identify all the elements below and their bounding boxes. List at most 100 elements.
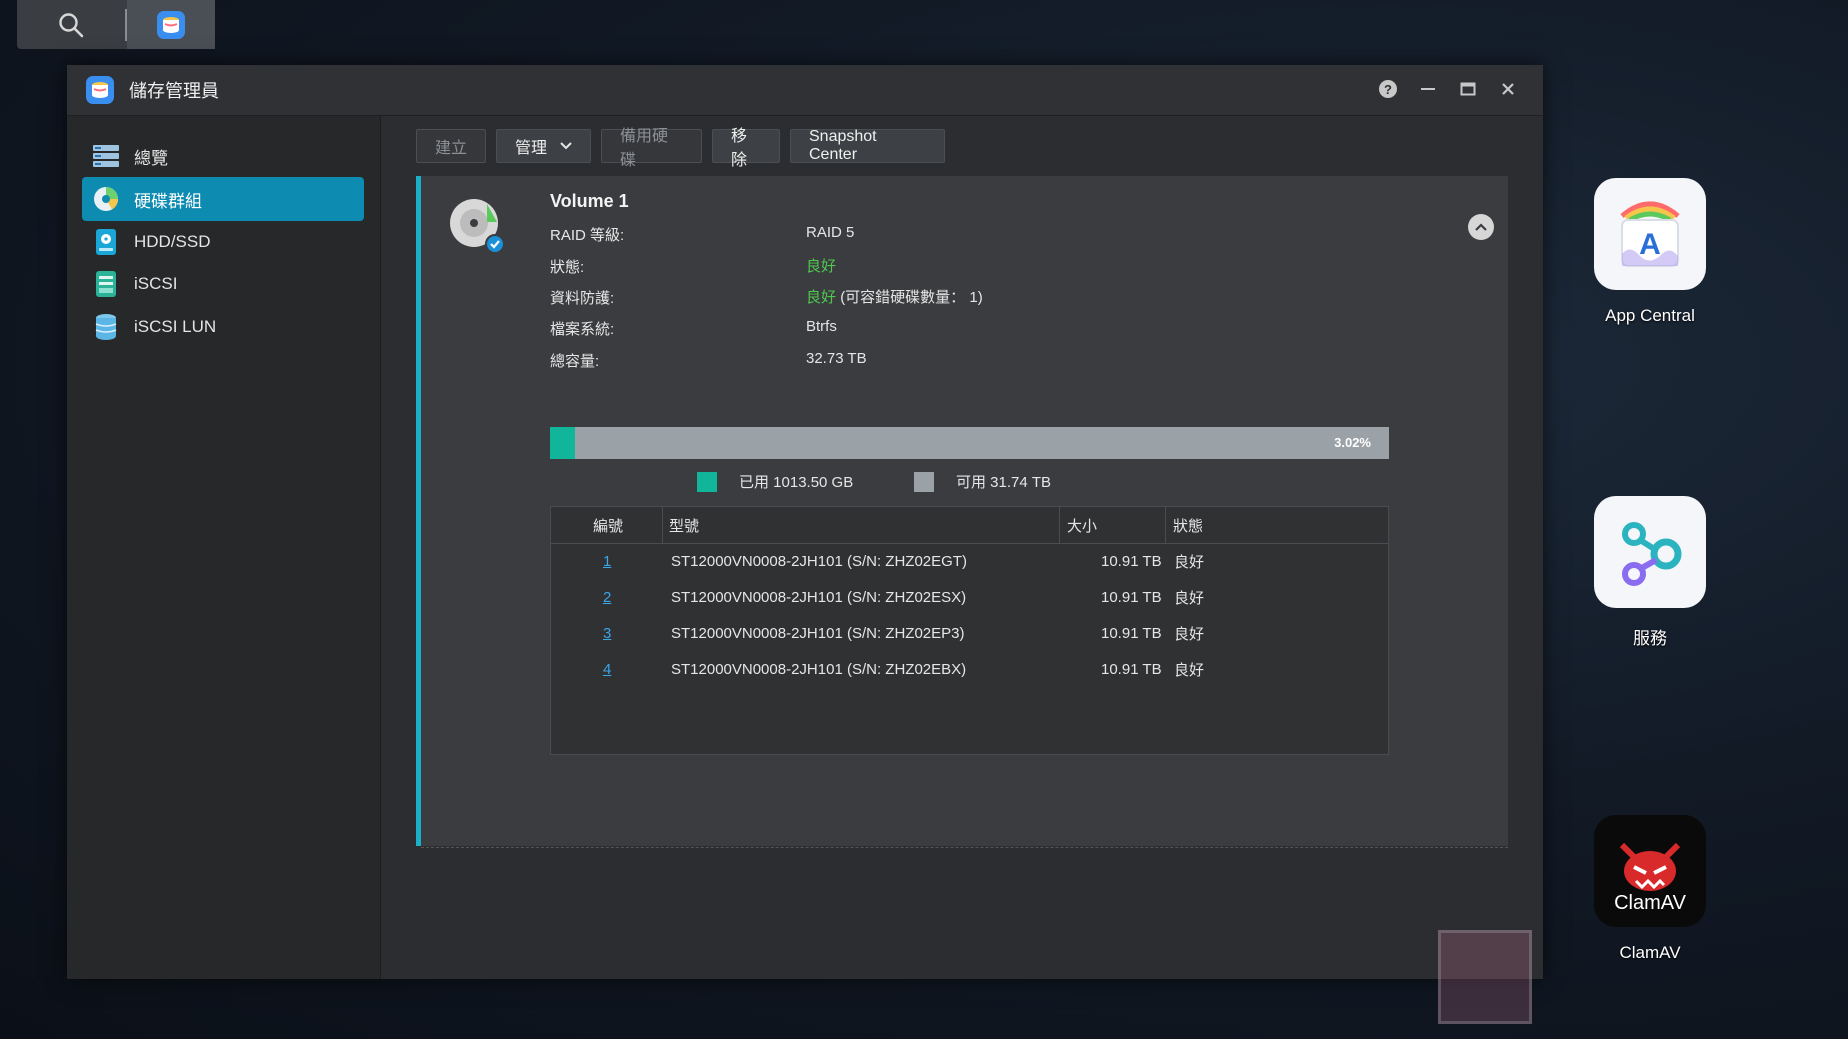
disk-number-link[interactable]: 3 xyxy=(603,615,611,651)
collapse-button[interactable] xyxy=(1468,214,1494,240)
disk-status: 良好 xyxy=(1174,553,1205,571)
filesystem-label: 檔案系統: xyxy=(550,321,615,338)
disk-number-link[interactable]: 1 xyxy=(603,543,611,579)
clamav-icon: ClamAV xyxy=(1594,815,1706,927)
disk-size: 10.91 TB xyxy=(1101,624,1162,642)
disk-model: ST12000VN0008-2JH101 (S/N: ZHZ02ESX) xyxy=(671,588,967,606)
column-divider xyxy=(1165,507,1166,543)
disk-table: 編號 型號 大小 狀態 1 ST12000VN0008-2JH101 (S/N:… xyxy=(550,506,1389,755)
storage-manager-taskbar-icon[interactable] xyxy=(127,0,215,49)
iscsi-lun-icon xyxy=(92,313,120,341)
data-protection-status: 良好 xyxy=(806,289,837,306)
chevron-up-icon xyxy=(1475,218,1487,236)
usage-bar: 3.02% xyxy=(550,427,1389,459)
manage-label: 管理 xyxy=(515,140,548,157)
watermark-logo xyxy=(1438,930,1532,1024)
window-controls: ? xyxy=(1377,78,1519,100)
clamav-logo-text: ClamAV xyxy=(1614,892,1687,914)
col-header-model[interactable]: 型號 xyxy=(669,507,699,543)
sidebar-item-label: 硬碟群組 xyxy=(134,191,202,211)
used-label: 已用 1013.50 GB xyxy=(739,474,854,491)
usage-percent: 3.02% xyxy=(1334,435,1371,450)
svg-text:?: ? xyxy=(1384,82,1392,97)
volume-panel: Volume 1 RAID 等級: RAID 5 狀態: 良好 資料防護: 良好… xyxy=(416,176,1508,846)
disk-number-link[interactable]: 2 xyxy=(603,579,611,615)
volume-title: Volume 1 xyxy=(550,191,629,211)
capacity-label: 總容量: xyxy=(550,353,600,370)
storage-manager-window: 儲存管理員 ? 總覽 硬碟群組 HDD/SSD iSCSI iSCSI LUN xyxy=(67,65,1543,979)
free-swatch xyxy=(914,471,934,492)
help-icon[interactable]: ? xyxy=(1377,78,1399,100)
search-icon[interactable] xyxy=(17,0,125,49)
disk-size: 10.91 TB xyxy=(1101,552,1162,570)
remove-button[interactable]: 移除 xyxy=(712,128,780,169)
disk-number-link[interactable]: 4 xyxy=(603,651,611,687)
sidebar: 總覽 硬碟群組 HDD/SSD iSCSI iSCSI LUN xyxy=(67,116,381,979)
disk-model: ST12000VN0008-2JH101 (S/N: ZHZ02EGT) xyxy=(671,552,967,570)
legend-used: 已用 1013.50 GB xyxy=(697,471,853,492)
raid-level-label: RAID 等級: xyxy=(550,227,625,244)
fault-tolerance-text: (可容錯硬碟數量： 1) xyxy=(840,289,983,306)
sidebar-item-label: iSCSI xyxy=(134,274,178,293)
window-titlebar[interactable]: 儲存管理員 ? xyxy=(67,65,1543,116)
disk-size: 10.91 TB xyxy=(1101,660,1162,678)
volume-status-icon xyxy=(447,196,509,258)
sidebar-item-label: iSCSI LUN xyxy=(134,317,217,336)
overview-icon xyxy=(92,142,120,170)
usage-bar-fill xyxy=(550,427,576,459)
table-row: 4 ST12000VN0008-2JH101 (S/N: ZHZ02EBX) 1… xyxy=(551,651,1388,687)
maximize-icon[interactable] xyxy=(1457,78,1479,100)
hdd-icon xyxy=(92,228,120,256)
minimize-icon[interactable] xyxy=(1417,78,1439,100)
table-row: 2 ST12000VN0008-2JH101 (S/N: ZHZ02ESX) 1… xyxy=(551,579,1388,615)
create-button[interactable]: 建立 xyxy=(416,129,486,163)
svg-text:A: A xyxy=(1639,228,1661,261)
desktop-app-central[interactable]: A App Central xyxy=(1565,178,1735,326)
toolbar: 建立 管理 備用硬碟 移除 Snapshot Center xyxy=(416,128,945,169)
chevron-down-icon xyxy=(560,137,572,155)
desktop-app-label: 服務 xyxy=(1633,629,1667,648)
services-icon xyxy=(1594,496,1706,608)
disk-status: 良好 xyxy=(1174,589,1205,607)
sidebar-item-iscsi[interactable]: iSCSI xyxy=(82,262,364,306)
snapshot-center-button[interactable]: Snapshot Center xyxy=(790,128,945,163)
col-header-num[interactable]: 編號 xyxy=(593,507,623,543)
disk-size: 10.91 TB xyxy=(1101,588,1162,606)
desktop-app-label: ClamAV xyxy=(1619,943,1681,962)
close-icon[interactable] xyxy=(1497,78,1519,100)
data-protection-value: 良好 (可容錯硬碟數量： 1) xyxy=(806,286,983,307)
status-label: 狀態: xyxy=(550,259,585,276)
capacity-value: 32.73 TB xyxy=(806,350,867,367)
iscsi-icon xyxy=(92,270,120,298)
column-divider xyxy=(662,507,663,543)
window-title: 儲存管理員 xyxy=(129,81,219,101)
storage-manager-icon xyxy=(85,75,115,105)
main-content: 建立 管理 備用硬碟 移除 Snapshot Center Volume 1 R… xyxy=(381,116,1543,979)
spare-disk-button[interactable]: 備用硬碟 xyxy=(601,128,702,169)
sidebar-item-label: 總覽 xyxy=(134,148,168,168)
disk-status: 良好 xyxy=(1174,661,1205,679)
disk-model: ST12000VN0008-2JH101 (S/N: ZHZ02EBX) xyxy=(671,660,967,678)
desktop-clamav[interactable]: ClamAV ClamAV xyxy=(1565,815,1735,963)
used-swatch xyxy=(697,471,717,492)
status-value: 良好 xyxy=(806,258,837,275)
table-header: 編號 型號 大小 狀態 xyxy=(551,507,1388,544)
desktop-services[interactable]: 服務 xyxy=(1565,496,1735,649)
taskbar xyxy=(17,0,215,49)
sidebar-item-label: HDD/SSD xyxy=(134,232,211,251)
panel-divider xyxy=(421,847,1508,848)
data-protection-label: 資料防護: xyxy=(550,290,615,307)
sidebar-item-overview[interactable]: 總覽 xyxy=(82,134,364,178)
sidebar-item-volume[interactable]: 硬碟群組 xyxy=(82,177,364,221)
disk-status: 良好 xyxy=(1174,625,1205,643)
col-header-size[interactable]: 大小 xyxy=(1067,507,1097,543)
volume-icon xyxy=(92,185,120,213)
manage-dropdown-button[interactable]: 管理 xyxy=(496,129,591,163)
col-header-status[interactable]: 狀態 xyxy=(1173,507,1203,543)
app-central-icon: A xyxy=(1594,178,1706,290)
table-row: 3 ST12000VN0008-2JH101 (S/N: ZHZ02EP3) 1… xyxy=(551,615,1388,651)
sidebar-item-iscsi-lun[interactable]: iSCSI LUN xyxy=(82,305,364,349)
column-divider xyxy=(1059,507,1060,543)
raid-level-value: RAID 5 xyxy=(806,224,855,241)
sidebar-item-hdd-ssd[interactable]: HDD/SSD xyxy=(82,220,364,264)
